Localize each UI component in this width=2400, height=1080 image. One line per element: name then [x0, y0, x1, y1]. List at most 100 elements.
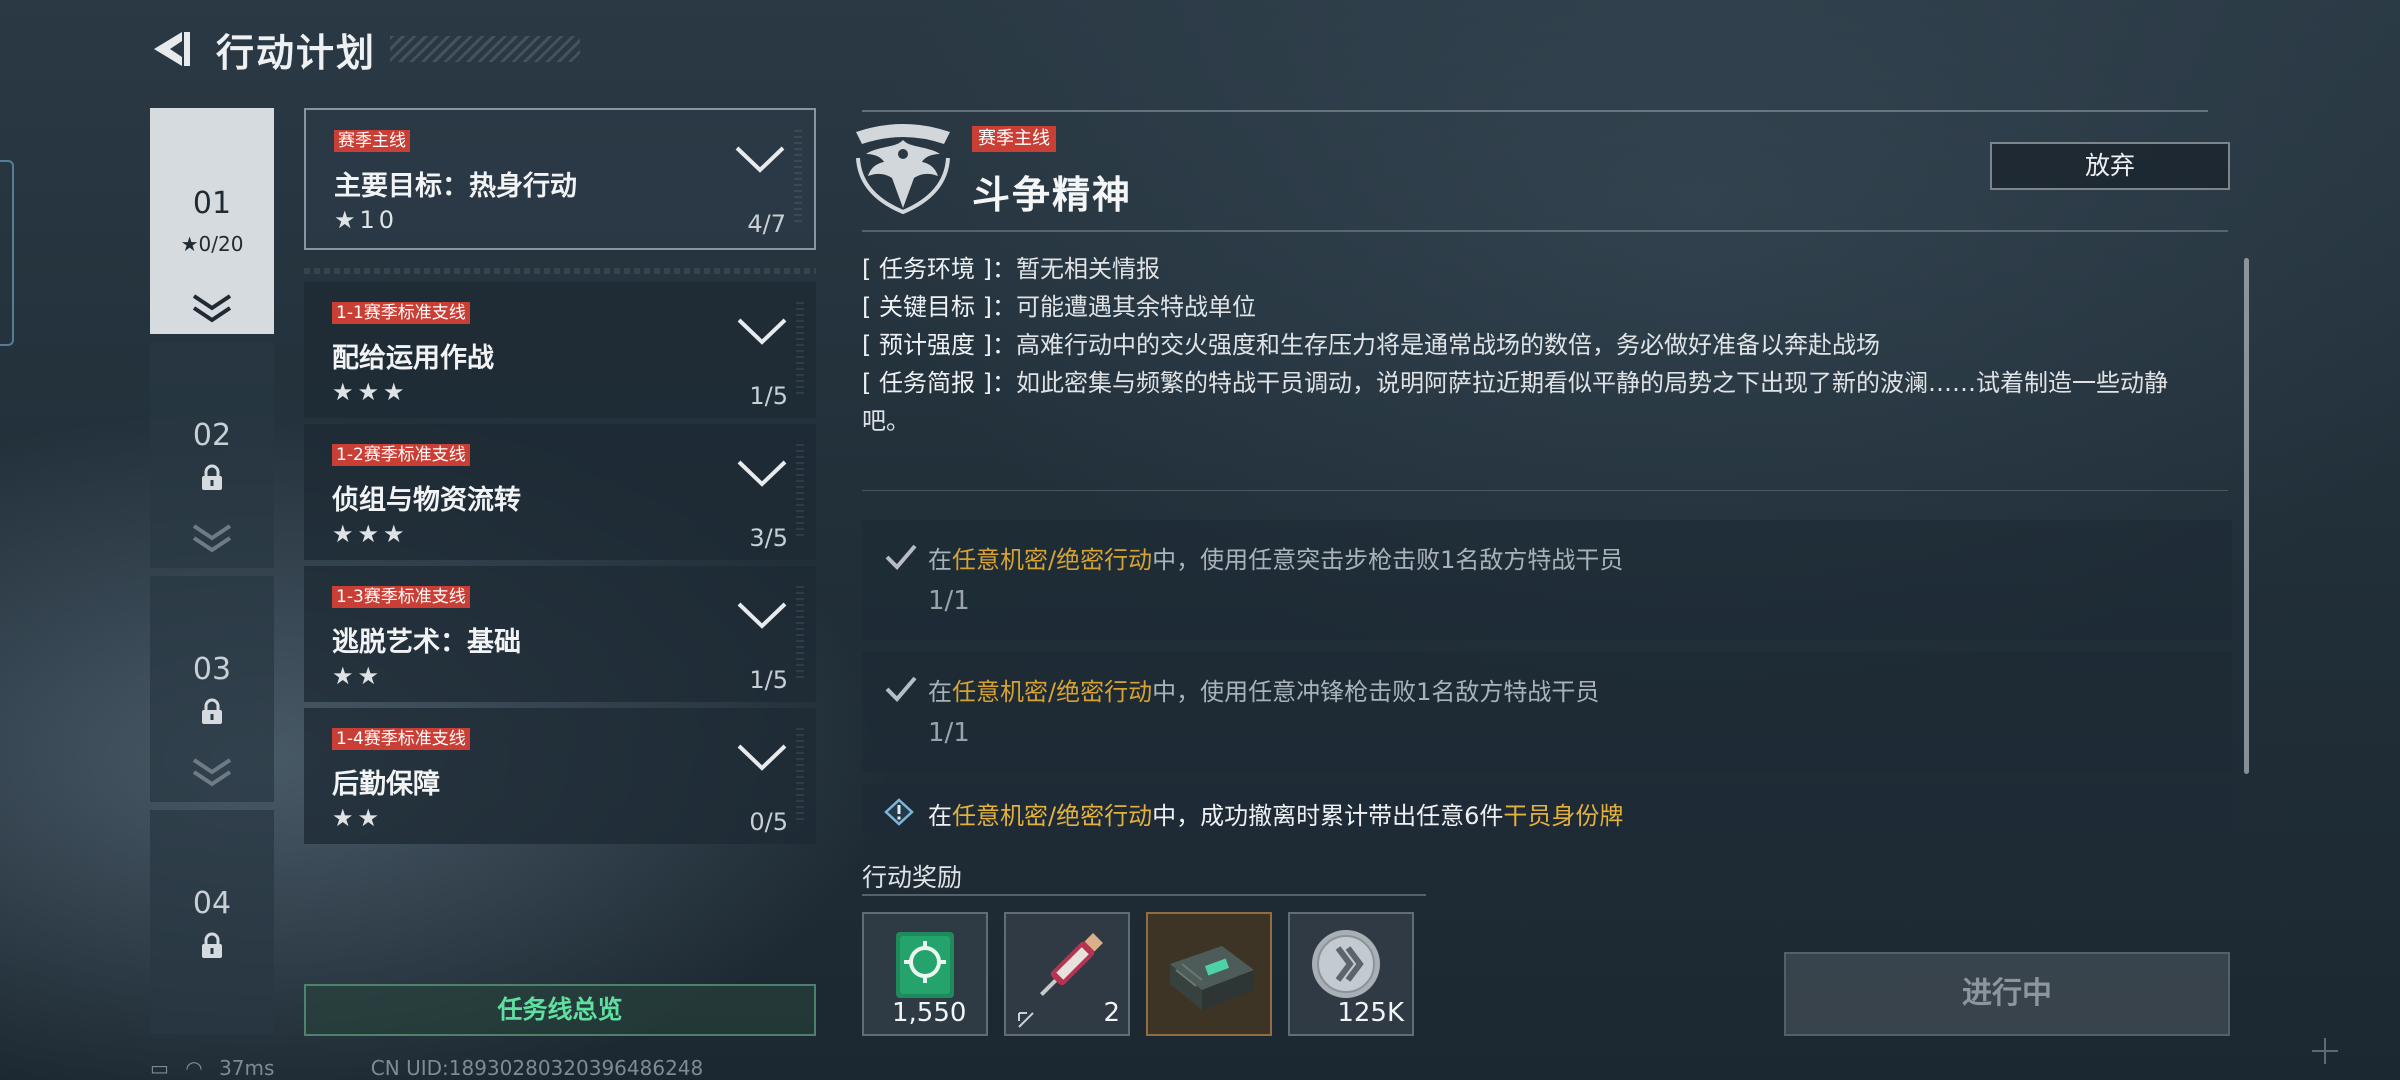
info-row-briefing: [ 任务简报 ]：如此密集与频繁的特战干员调动，说明阿萨拉近期看似平静的局势之下… — [862, 364, 2202, 440]
double-chevron-down-icon — [192, 294, 232, 323]
mission-stars: ★★ — [332, 662, 384, 690]
mission-line-overview-button[interactable]: 任务线总览 — [304, 984, 816, 1036]
card-decoration — [794, 130, 802, 222]
detail-scrollbar[interactable] — [2244, 258, 2249, 774]
list-separator — [304, 268, 816, 274]
objective-text: 在任意机密/绝密行动中，使用任意突击步枪击败1名敌方特战干员 — [928, 546, 1624, 574]
mission-card[interactable]: 1-1赛季标准支线 配给运用作战 ★★★ 1/5 — [304, 282, 816, 418]
mission-tag: 1-1赛季标准支线 — [332, 302, 470, 324]
lock-icon — [202, 932, 222, 958]
mission-card-main[interactable]: 赛季主线 主要目标：热身行动 ★10 4/7 — [304, 108, 816, 250]
mission-name: 配给运用作战 — [332, 343, 494, 374]
abandon-button[interactable]: 放弃 — [1990, 142, 2230, 190]
chapter-tab-02[interactable]: 02 — [150, 342, 274, 568]
objective-count: 1/1 — [928, 718, 970, 748]
reward-quantity: 2 — [1103, 998, 1120, 1028]
double-chevron-down-icon — [192, 524, 232, 553]
info-key: [ 任务简报 ]： — [862, 369, 1016, 397]
chapter-tab-03[interactable]: 03 — [150, 576, 274, 802]
chapter-number: 02 — [192, 418, 232, 453]
mission-tag: 赛季主线 — [972, 126, 1056, 152]
mission-name: 后勤保障 — [332, 769, 440, 800]
lock-icon — [202, 464, 222, 490]
info-key: [ 预计强度 ]： — [862, 331, 1016, 359]
chevron-down-icon[interactable] — [734, 144, 786, 176]
info-key: [ 任务环境 ]： — [862, 255, 1016, 283]
mission-stars: ★★★ — [332, 378, 409, 406]
card-decoration — [796, 586, 804, 678]
chapter-tab-01[interactable]: 01 ★0/20 — [150, 108, 274, 334]
uid-text: CN UID:18930280320396486248 — [370, 1056, 704, 1080]
info-value: 高难行动中的交火强度和生存压力将是通常战场的数倍，务必做好准备以奔赴战场 — [1015, 331, 1880, 359]
objective-text: 在任意机密/绝密行动中，使用任意冲锋枪击败1名敌方特战干员 — [928, 678, 1600, 706]
mission-name: 逃脱艺术：基础 — [332, 627, 521, 658]
mission-stars: ★★★ — [332, 520, 409, 548]
detail-divider — [862, 490, 2228, 491]
left-edge-handle[interactable] — [0, 160, 14, 346]
mission-progress: 0/5 — [749, 808, 788, 836]
ammo-case-icon — [1170, 946, 1254, 1010]
coin-icon — [1312, 930, 1380, 998]
objective-row: 在任意机密/绝密行动中，使用任意冲锋枪击败1名敌方特战干员 1/1 — [862, 652, 2232, 772]
mission-progress: 1/5 — [749, 382, 788, 410]
mission-progress: 3/5 — [749, 524, 788, 552]
card-decoration — [796, 728, 804, 820]
chapter-star-count: ★0/20 — [180, 232, 244, 256]
mission-card[interactable]: 1-4赛季标准支线 后勤保障 ★★ 0/5 — [304, 708, 816, 844]
mission-tag: 1-2赛季标准支线 — [332, 444, 470, 466]
double-chevron-down-icon — [192, 758, 232, 787]
reward-item[interactable] — [1146, 912, 1272, 1036]
supply-box-icon — [896, 932, 954, 998]
card-decoration — [796, 302, 804, 394]
no-bind-icon — [1018, 1012, 1034, 1028]
objective-text: 在任意机密/绝密行动中，成功撤离时累计带出任意6件干员身份牌 — [928, 802, 1624, 830]
battery-icon: ▭ — [150, 1056, 169, 1080]
info-diamond-icon — [884, 798, 914, 826]
mission-progress: 1/5 — [749, 666, 788, 694]
info-value: 暂无相关情报 — [1015, 255, 1160, 283]
mission-title: 斗争精神 — [972, 173, 1133, 217]
reward-quantity: 125K — [1337, 998, 1404, 1028]
ping-value: 37ms — [219, 1056, 275, 1080]
detail-divider — [862, 230, 2228, 232]
mission-card[interactable]: 1-2赛季标准支线 侦组与物资流转 ★★★ 3/5 — [304, 424, 816, 560]
info-row-environment: [ 任务环境 ]：暂无相关情报 — [862, 250, 2202, 288]
checkmark-icon — [885, 544, 917, 570]
back-arrow-icon[interactable] — [148, 26, 194, 72]
chevron-down-icon[interactable] — [736, 458, 788, 490]
mission-name: 主要目标：热身行动 — [334, 171, 577, 202]
chevron-down-icon[interactable] — [736, 316, 788, 348]
info-row-key-target: [ 关键目标 ]：可能遭遇其余特战单位 — [862, 288, 2202, 326]
chapter-number: 03 — [192, 652, 232, 687]
mission-progress: 4/7 — [747, 210, 786, 238]
info-value: 可能遭遇其余特战单位 — [1015, 293, 1256, 321]
reward-item[interactable]: 125K — [1288, 912, 1414, 1036]
mission-stars: ★10 — [334, 206, 399, 234]
rewards-divider — [862, 894, 1426, 896]
info-key: [ 关键目标 ]： — [862, 293, 1016, 321]
in-progress-button: 进行中 — [1784, 952, 2230, 1036]
mission-tag: 1-4赛季标准支线 — [332, 728, 470, 750]
objective-row: 在任意机密/绝密行动中，使用任意突击步枪击败1名敌方特战干员 1/1 — [862, 520, 2232, 640]
mission-tag: 1-3赛季标准支线 — [332, 586, 470, 608]
syringe-icon — [1040, 933, 1103, 996]
rewards-heading: 行动奖励 — [862, 863, 963, 892]
lock-icon — [202, 698, 222, 724]
page-title: 行动计划 — [216, 31, 377, 75]
chevron-down-icon[interactable] — [736, 600, 788, 632]
reward-item[interactable]: 2 — [1004, 912, 1130, 1036]
checkmark-icon — [885, 676, 917, 702]
crosshair-icon — [2312, 1038, 2338, 1064]
card-decoration — [796, 444, 804, 536]
mission-card[interactable]: 1-3赛季标准支线 逃脱艺术：基础 ★★ 1/5 — [304, 566, 816, 702]
reward-item[interactable]: 1,550 — [862, 912, 988, 1036]
status-bar: ▭ ◠ 37ms CN UID:18930280320396486248 — [150, 1056, 713, 1080]
objective-count: 1/1 — [928, 586, 970, 616]
info-row-intensity: [ 预计强度 ]：高难行动中的交火强度和生存压力将是通常战场的数倍，务必做好准备… — [862, 326, 2202, 364]
reward-quantity: 1,550 — [892, 998, 967, 1028]
info-value: 如此密集与频繁的特战干员调动，说明阿萨拉近期看似平静的局势之下出现了新的波澜……… — [862, 369, 2168, 435]
mission-tag: 赛季主线 — [334, 130, 410, 152]
detail-divider — [862, 110, 2208, 112]
chevron-down-icon[interactable] — [736, 742, 788, 774]
chapter-tab-04[interactable]: 04 — [150, 810, 274, 1034]
